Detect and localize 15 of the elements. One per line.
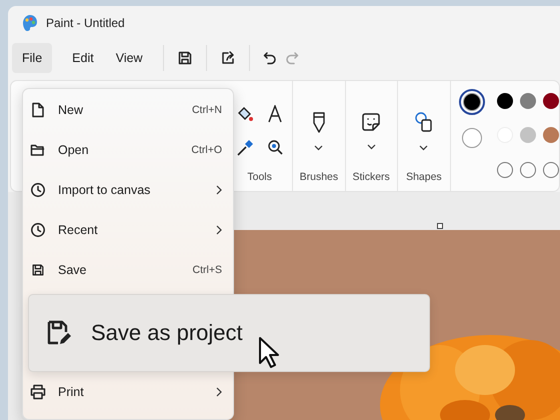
menu-button[interactable]: File: [12, 43, 52, 73]
window-title: Paint - Untitled: [46, 16, 125, 30]
menu-item[interactable]: Print: [22, 372, 234, 412]
menu-item[interactable]: Open Ctrl+O: [22, 130, 234, 170]
menu-item[interactable]: New Ctrl+N: [22, 90, 234, 130]
menu-item[interactable]: Save Ctrl+S: [22, 250, 234, 290]
group-label: Stickers: [352, 171, 390, 183]
group-label: Shapes: [406, 171, 442, 183]
group-label: Tools: [247, 171, 272, 183]
menu-item[interactable]: Save as project: [28, 294, 430, 372]
group-label: Brushes: [300, 171, 338, 183]
menu-item[interactable]: Import to canvas: [22, 170, 234, 210]
menu-item[interactable]: Recent: [22, 210, 234, 250]
menu-button[interactable]: Edit: [62, 43, 104, 73]
menu-button[interactable]: View: [106, 43, 153, 73]
